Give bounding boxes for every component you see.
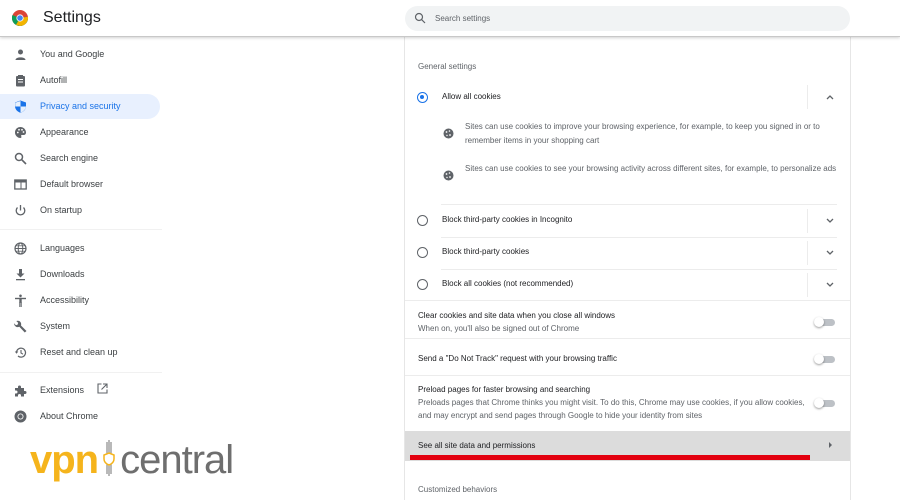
history-icon: [14, 347, 27, 358]
globe-icon: [14, 242, 27, 255]
chevron-down-icon[interactable]: [825, 281, 835, 289]
sidebar-item-downloads[interactable]: Downloads: [0, 262, 160, 287]
watermark-vpn: vpn: [30, 438, 99, 482]
separator: [807, 85, 808, 109]
palette-icon: [15, 127, 26, 138]
option-label: Block all cookies (not recommended): [442, 279, 574, 288]
sidebar-item-label: Accessibility: [40, 295, 90, 305]
separator: [807, 209, 808, 233]
sidebar-item-label: Default browser: [40, 179, 104, 189]
sidebar-item-accessibility[interactable]: Accessibility: [0, 288, 160, 313]
chevron-up-icon[interactable]: [825, 93, 835, 101]
setting-subtitle: When on, you'll also be signed out of Ch…: [418, 324, 580, 333]
radio-allow-all-cookies[interactable]: [417, 92, 428, 103]
sidebar-item-label: Extensions: [40, 385, 85, 395]
option-label: Block third-party cookies: [442, 247, 530, 256]
sidebar-item-label: On startup: [40, 205, 83, 215]
sidebar-item-label: Search engine: [40, 153, 99, 163]
download-icon: [16, 269, 25, 281]
red-highlight-underline: [410, 455, 810, 460]
watermark-central: central: [120, 438, 234, 482]
sidebar-item-label: Downloads: [40, 269, 85, 279]
site-data-label: See all site data and permissions: [418, 441, 536, 450]
setting-subtitle: Preloads pages that Chrome thinks you mi…: [418, 398, 805, 420]
general-settings-title: General settings: [418, 62, 477, 71]
clear-on-exit-toggle[interactable]: [814, 317, 836, 327]
sidebar-item-you-and-google[interactable]: You and Google: [0, 42, 160, 67]
cookie-option-block-third-party[interactable]: Block third-party cookies: [405, 237, 850, 269]
setting-title: Send a "Do Not Track" request with your …: [418, 354, 617, 363]
app-title: Settings: [43, 9, 101, 26]
sidebar-item-label: You and Google: [40, 49, 105, 59]
cookie-option-allow-all[interactable]: Allow all cookies: [405, 83, 850, 111]
nav-divider: [0, 229, 162, 230]
separator: [807, 273, 808, 297]
sidebar-item-label: Autofill: [40, 75, 68, 85]
shield-icon: [15, 100, 26, 113]
chrome-logo-icon: [12, 10, 28, 26]
sidebar-item-extensions[interactable]: Extensions: [0, 378, 160, 403]
preload-pages-toggle[interactable]: [814, 398, 836, 408]
option-label: Block third-party cookies in Incognito: [442, 215, 573, 224]
sidebar-item-search-engine[interactable]: Search engine: [0, 146, 160, 171]
search-icon: [414, 12, 426, 24]
chevron-down-icon[interactable]: [825, 249, 835, 257]
sidebar-item-label: Appearance: [40, 127, 89, 137]
sidebar-item-appearance[interactable]: Appearance: [0, 120, 160, 145]
sidebar-item-reset-and-clean-up[interactable]: Reset and clean up: [0, 340, 160, 365]
clipboard-icon: [16, 75, 25, 87]
sidebar-item-autofill[interactable]: Autofill: [0, 68, 160, 93]
sidebar-item-privacy-and-security[interactable]: Privacy and security: [0, 94, 160, 119]
sidebar-item-label: Languages: [40, 243, 85, 253]
arrow-right-icon: [829, 442, 832, 448]
chevron-down-icon[interactable]: [825, 217, 835, 225]
top-bar: Settings: [0, 0, 900, 37]
search-icon: [14, 152, 27, 165]
vpncentral-watermark: vpn central: [30, 438, 234, 483]
sidebar-item-about-chrome[interactable]: About Chrome: [0, 404, 160, 429]
option-label: Allow all cookies: [442, 92, 501, 101]
sidebar-item-label: Reset and clean up: [40, 347, 118, 357]
puzzle-icon: [15, 385, 27, 397]
sidebar-item-system[interactable]: System: [0, 314, 160, 339]
search-input[interactable]: [435, 10, 835, 27]
customized-behaviors-title: Customized behaviors: [418, 485, 498, 494]
cookie-option-block-incognito[interactable]: Block third-party cookies in Incognito: [405, 205, 850, 237]
sidebar-item-label: System: [40, 321, 71, 331]
setting-title: Preload pages for faster browsing and se…: [418, 385, 591, 394]
external-link-icon: [97, 383, 108, 394]
setting-title: Clear cookies and site data when you clo…: [418, 311, 615, 320]
separator: [807, 241, 808, 265]
cookie-icon: [443, 128, 454, 139]
cookie-settings-panel: General settings Allow all cookies Sites…: [404, 37, 851, 500]
setting-clear-on-exit: Clear cookies and site data when you clo…: [405, 301, 850, 338]
person-icon: [15, 49, 26, 60]
shield-logo-icon: [103, 440, 115, 476]
sidebar-item-label: Privacy and security: [40, 101, 121, 111]
cookie-option-block-all[interactable]: Block all cookies (not recommended): [405, 269, 850, 301]
browser-window-icon: [14, 179, 27, 190]
cookie-detail-text: Sites can use cookies to improve your br…: [465, 122, 820, 145]
cookie-detail-text: Sites can use cookies to see your browsi…: [465, 164, 837, 173]
sidebar-item-on-startup[interactable]: On startup: [0, 198, 160, 223]
nav-divider: [0, 372, 162, 373]
wrench-icon: [14, 320, 27, 333]
sidebar-item-default-browser[interactable]: Default browser: [0, 172, 160, 197]
setting-do-not-track: Send a "Do Not Track" request with your …: [405, 339, 850, 375]
power-icon: [15, 205, 26, 216]
radio-block-all-cookies[interactable]: [417, 279, 428, 290]
sidebar-item-languages[interactable]: Languages: [0, 236, 160, 261]
cookie-icon: [443, 170, 454, 181]
radio-block-third-party-incognito[interactable]: [417, 215, 428, 226]
accessibility-icon: [15, 294, 26, 307]
search-box[interactable]: [405, 6, 850, 31]
chrome-icon: [14, 410, 27, 423]
do-not-track-toggle[interactable]: [814, 354, 836, 364]
setting-preload-pages: Preload pages for faster browsing and se…: [405, 376, 850, 431]
radio-block-third-party[interactable]: [417, 247, 428, 258]
sidebar-item-label: About Chrome: [40, 411, 99, 421]
